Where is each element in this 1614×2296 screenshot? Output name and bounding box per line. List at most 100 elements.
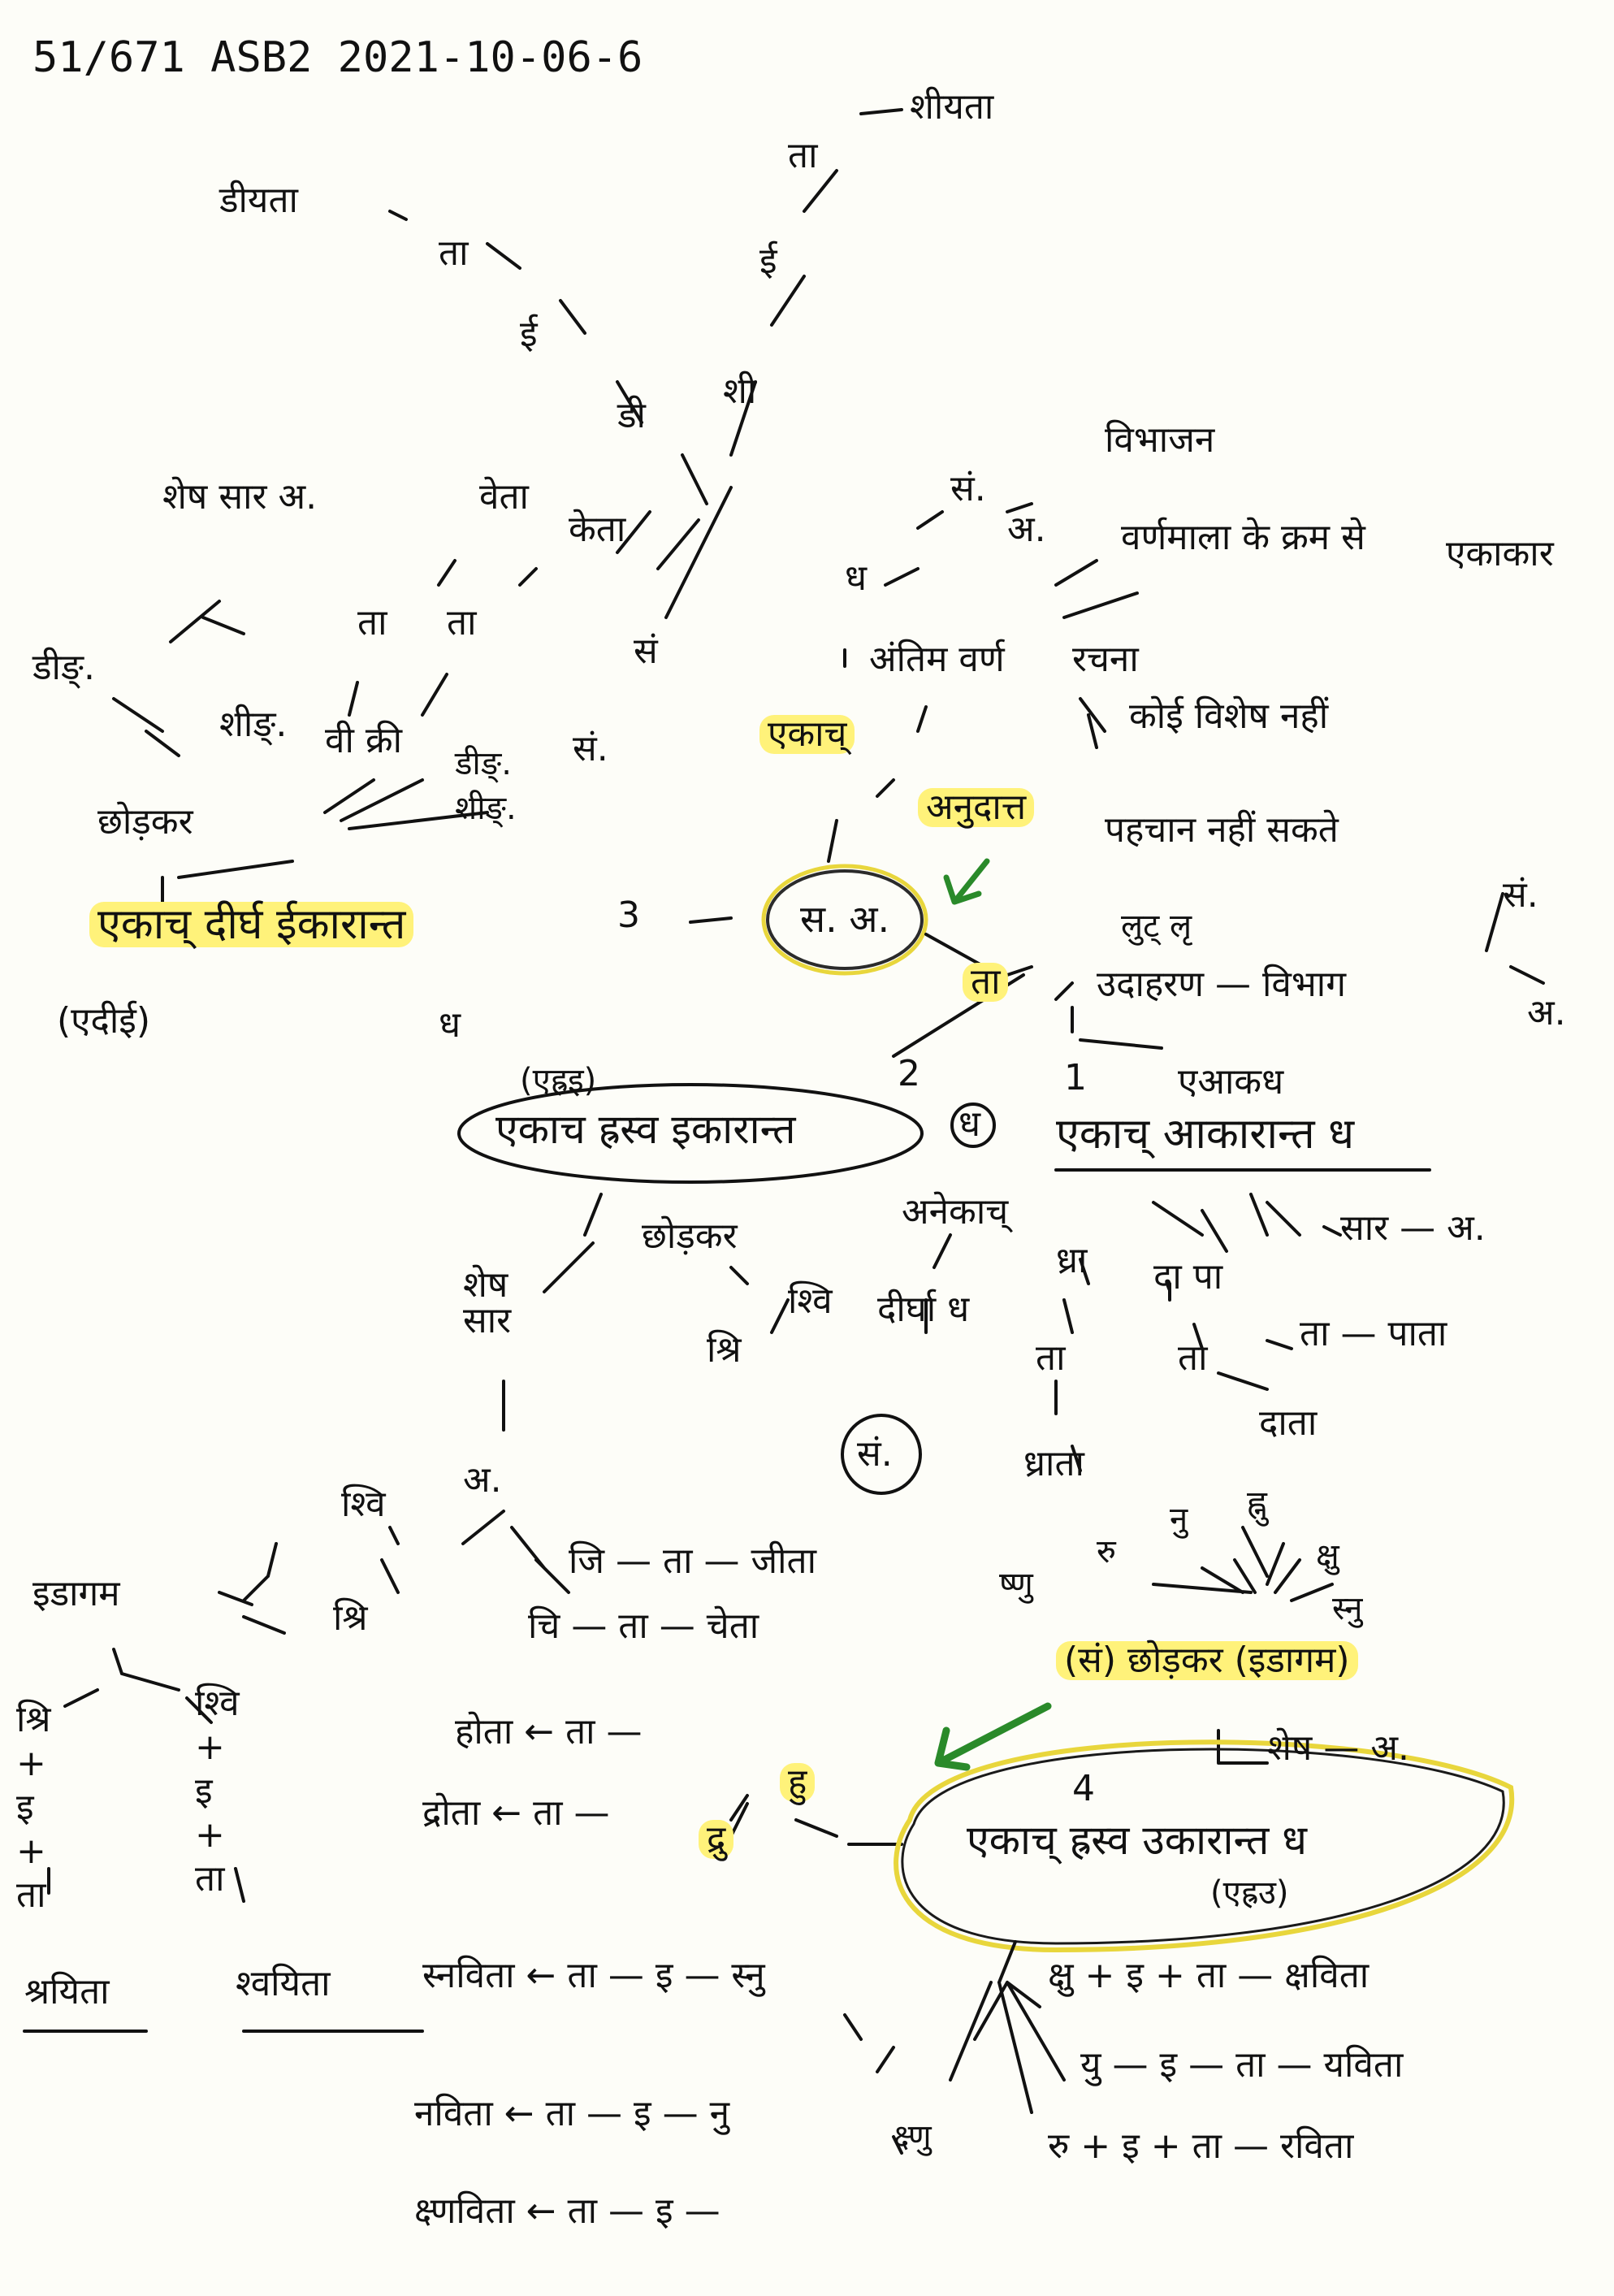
ta-2: ता (447, 602, 477, 643)
ekakdha: एआकध (1178, 1061, 1284, 1103)
number-4: 4 (1072, 1768, 1095, 1809)
pata: ता — पाता (1300, 1313, 1447, 1354)
ekach-hrasva-i-label: एकाच ह्रस्व इकारान्त (495, 1106, 796, 1153)
shri-col-2: इ (16, 1787, 34, 1828)
anudatt: अनुदात्त (918, 788, 1035, 827)
number-1: 1 (1064, 1057, 1087, 1098)
branch-line (388, 1510, 570, 1594)
snavita-row: स्नविता ← ता — इ — स्नु (422, 1955, 765, 1996)
sa-dot-label: सं. (573, 728, 608, 769)
center-node: स. अ. (800, 897, 890, 941)
kshnavita-row: क्ष्णविता ← ता — इ — (414, 2190, 720, 2232)
result-diyata: डीयता (219, 180, 298, 221)
dhra: ध्रा (1056, 1240, 1088, 1281)
notes-page: { "header": "51/671 ASB2 2021-10-06-6", … (0, 0, 1614, 2296)
hota-row: होता ← ता — (455, 1711, 643, 1752)
ekach-dirgha-label: एकाच् दीर्घ ईकारान्त (89, 902, 414, 947)
anekach: अनेकाच् (902, 1191, 1009, 1232)
i-label-left: ई (520, 314, 538, 355)
rachna: रचना (1072, 639, 1139, 680)
udaharan: उदाहरण — विभाग (1097, 964, 1346, 1005)
shesh-a: शेष — अ. (1267, 1727, 1409, 1769)
shesh-sar-2: शेष सार (463, 1264, 512, 1341)
spoke-line (949, 1940, 1066, 2114)
header-code: 51/671 ASB2 2021-10-06-6 (32, 33, 643, 82)
vibhajan: विभाजन (1105, 419, 1215, 461)
chain-line-left (388, 210, 708, 505)
data: दाता (1259, 1402, 1318, 1444)
shri-col-0: श्रि (16, 1699, 51, 1740)
branch-line (242, 1542, 400, 1635)
shvi-result: श्वयिता (236, 1963, 331, 2004)
ekach-label: एकाच् (759, 715, 855, 754)
did-label-2: डीङ्. (455, 745, 512, 782)
u-letter-nu: नु (1170, 1501, 1188, 1538)
shvi-col-1: + (195, 1726, 225, 1768)
shi-label: शी (723, 370, 757, 412)
ekach-akarant-label: एकाच् आकारान्त ध (1056, 1110, 1355, 1159)
chhodkar-idagam: (सं) छोड़कर (इडागम) (1056, 1641, 1358, 1680)
shri-col-1: + (16, 1743, 46, 1784)
ta-center: ता (963, 963, 1009, 1002)
koi-vishesh: कोई विशेष नहीं (1129, 695, 1329, 737)
shvi-bl: श्वि (341, 1484, 386, 1525)
ta-branch1-2: ता (1178, 1337, 1208, 1379)
keta: केता (569, 509, 626, 550)
navita-row: नविता ← ता — इ — नु (414, 2093, 730, 2134)
did-label: डीङ्. (32, 647, 95, 688)
number-3: 3 (617, 895, 640, 936)
result-shiyata: शीयता (910, 86, 994, 128)
chhodkar-2: छोड़कर (642, 1215, 738, 1257)
shid-label: शीङ्. (219, 704, 288, 745)
ta-label-left: ता (439, 232, 469, 274)
pahchan: पहचान नहीं सकते (1105, 809, 1339, 851)
sa-label: सं (634, 630, 658, 672)
branch-line (112, 697, 180, 757)
a-center: अ. (1007, 509, 1046, 550)
veta: वेता (479, 476, 529, 518)
shvi-2: श्वि (788, 1280, 833, 1322)
shid-label-2: शीङ्. (455, 790, 517, 827)
shri-2: श्रि (707, 1329, 742, 1371)
dru: द्रु (699, 1820, 734, 1859)
dhrata: ध्राता (1023, 1443, 1084, 1484)
chhodkar-left: छोड़कर (97, 801, 193, 843)
hu: हु (780, 1763, 816, 1802)
shvi-column: श्वि + इ + ता (195, 1682, 240, 1901)
arrow-line (859, 108, 903, 115)
jita-row: जि — ता — जीता (569, 1540, 816, 1582)
shvi-col-3: + (195, 1814, 225, 1856)
a-branch2: अ. (463, 1459, 502, 1501)
shri-col-4: ता (16, 1874, 46, 1916)
kshnu: क्ष्णु (894, 2118, 932, 2155)
kshavita-row: क्षु + इ + ता — क्षविता (1048, 1955, 1370, 1996)
u-letter-kshu: क्षु (1316, 1537, 1339, 1575)
di-label: डी (617, 395, 646, 436)
spoke-line (1152, 1526, 1334, 1602)
sa-right: सं. (1503, 874, 1538, 916)
a-right: अ. (1527, 992, 1566, 1033)
shri-column: श्रि + इ + ता (16, 1698, 51, 1917)
shri-bl: श्रि (333, 1597, 368, 1639)
shvi-col-2: इ (195, 1770, 213, 1812)
vi-kri: वी क्री (325, 720, 403, 761)
ekakar: एकाकार (1446, 533, 1554, 574)
u-letter-kshnu: ष्णु (999, 1566, 1033, 1603)
ta-1: ता (357, 602, 387, 643)
branch-line (729, 1794, 838, 1838)
dha-left: ध (439, 1004, 461, 1046)
drota-row: द्रोता ← ता — (422, 1792, 610, 1834)
shri-col-3: + (16, 1830, 46, 1872)
link-line (689, 916, 733, 924)
paren-ehru: (एह्रउ) (1210, 1874, 1289, 1912)
sa-center: सं. (950, 468, 986, 509)
lut-label: लुट् लृ (1121, 908, 1192, 945)
shvi-col-0: श्वि (195, 1683, 240, 1724)
branch-line (169, 600, 245, 643)
ta-label: ता (788, 135, 818, 176)
paren-edii: (एदीई) (57, 1000, 151, 1042)
ekach-hrasva-u-label: एकाच् ह्रस्व उकारान्त ध (967, 1817, 1308, 1864)
dha-center: ध (845, 557, 868, 599)
chain-line (616, 510, 700, 570)
shri-result: श्रयिता (24, 1971, 110, 2012)
